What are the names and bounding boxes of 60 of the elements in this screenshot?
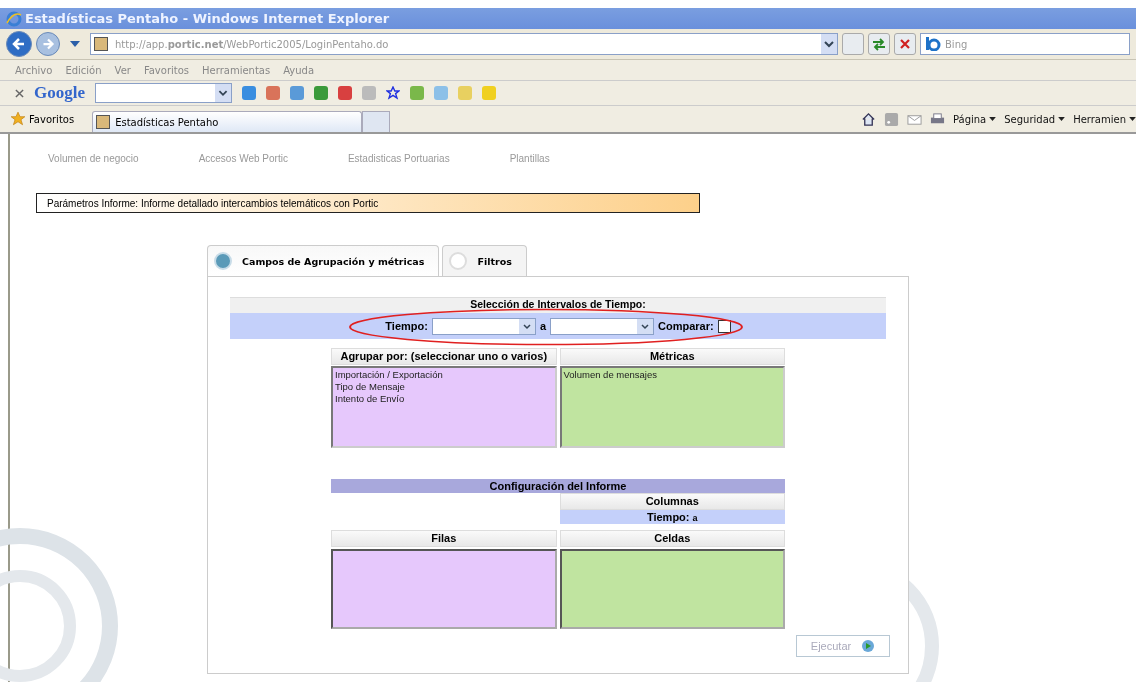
refresh-icon[interactable]: [868, 33, 890, 55]
caret-icon: [1058, 117, 1066, 121]
dropdown-icon[interactable]: [821, 34, 837, 54]
caret-icon: [989, 117, 997, 121]
url-text: http://app.portic.net/WebPortic2005/LoginPentaho.do: [115, 38, 390, 50]
value-text: a: [692, 513, 698, 523]
list-item[interactable]: Volumen de mensajes: [563, 369, 781, 381]
browser-logo-icon: [6, 10, 22, 27]
toolbar-icon[interactable]: [266, 86, 280, 100]
dropdown-icon[interactable]: [518, 318, 535, 334]
section-title: Configuración del Informe: [331, 479, 785, 493]
google-search-field[interactable]: [95, 83, 232, 103]
dropdown[interactable]: [550, 317, 655, 335]
list-item[interactable]: Importación / Exportación: [335, 369, 553, 381]
section-title: Selección de Intervalos de Tiempo:: [230, 297, 886, 313]
home-icon[interactable]: [860, 111, 876, 127]
forward-button[interactable]: [36, 32, 60, 56]
toolbar-icon[interactable]: [242, 86, 256, 100]
star-icon: [10, 111, 26, 127]
metrics-list[interactable]: Volumen de mensajes: [559, 366, 785, 448]
favorites-button[interactable]: Favoritos: [10, 111, 75, 127]
group-by-list[interactable]: Importación / Exportación Tipo de Mensaje Intento de Envío: [331, 366, 557, 448]
column-header: Métricas: [559, 348, 785, 365]
star-icon[interactable]: [386, 86, 400, 100]
command-menu[interactable]: Herramien: [1073, 113, 1136, 125]
search-field[interactable]: Bing: [920, 33, 1130, 55]
caret-icon[interactable]: [70, 41, 80, 47]
new-tab-button[interactable]: [362, 111, 391, 132]
list-item[interactable]: Tipo de Mensaje: [335, 381, 553, 393]
browser-tab[interactable]: Estadísticas Pentaho: [92, 111, 363, 132]
tab[interactable]: Campos de Agrupación y métricas: [207, 245, 440, 276]
list-item[interactable]: Intento de Envío: [335, 393, 553, 405]
page-icon: [94, 37, 108, 51]
column-header: Celdas: [559, 530, 785, 547]
command-menu[interactable]: Seguridad: [1004, 113, 1066, 125]
command-menu[interactable]: Página: [952, 113, 997, 125]
dropdown-icon[interactable]: [215, 84, 231, 102]
window-title: Estadísticas Pentaho - Windows Internet Explorer: [25, 11, 390, 26]
back-button[interactable]: [6, 31, 32, 57]
column-header: Agrupar por: (seleccionar uno o varios): [331, 348, 557, 365]
dropdown[interactable]: [431, 317, 536, 335]
label: Tiempo:: [385, 320, 428, 332]
stop-icon[interactable]: [894, 33, 916, 55]
play-icon: [861, 639, 876, 653]
cells-drop-zone[interactable]: [559, 549, 785, 629]
google-logo: Google: [34, 83, 85, 103]
label: a: [539, 320, 547, 332]
toolbar-icon[interactable]: [338, 86, 352, 100]
caret-icon: [1129, 117, 1136, 121]
report-parameters-bar: Parámetros Informe: Informe detallado intercambios telemáticos con Portic: [36, 193, 700, 213]
dropdown-icon[interactable]: [637, 318, 654, 334]
column-header: Columnas: [559, 493, 785, 510]
toolbar-icon[interactable]: [314, 86, 328, 100]
label: Tiempo:: [646, 511, 690, 523]
tab[interactable]: Filtros: [442, 245, 527, 276]
close-icon[interactable]: [15, 88, 24, 98]
column-header: Filas: [331, 530, 557, 547]
columns-drop-zone[interactable]: Tiempo: a: [559, 510, 785, 524]
label: Comparar:: [658, 320, 714, 332]
rows-drop-zone[interactable]: [331, 549, 557, 629]
